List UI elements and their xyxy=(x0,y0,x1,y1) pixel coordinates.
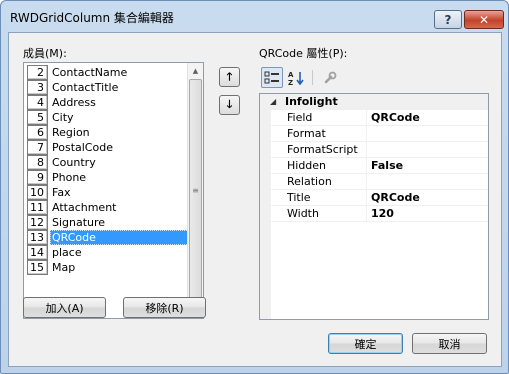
help-button[interactable]: ? xyxy=(434,10,462,29)
move-up-button[interactable]: 🡑 xyxy=(219,67,240,87)
list-item-index: 7 xyxy=(27,140,48,155)
list-item-name: QRCode xyxy=(50,230,189,245)
property-value[interactable]: QRCode xyxy=(368,110,420,125)
list-item-index: 4 xyxy=(27,95,48,110)
list-item-name: Fax xyxy=(52,186,71,199)
list-item-index: 3 xyxy=(27,80,48,95)
remove-button[interactable]: 移除(R) xyxy=(123,297,206,318)
svg-text:Z: Z xyxy=(288,79,293,86)
list-item-name: Signature xyxy=(52,216,106,229)
property-value[interactable] xyxy=(368,142,371,157)
list-item[interactable]: 13 QRCode xyxy=(27,230,189,245)
property-value[interactable]: False xyxy=(368,158,403,173)
category-label: Infolight xyxy=(285,95,338,108)
property-name: Format xyxy=(271,126,367,141)
list-item-name: ContactName xyxy=(52,66,128,79)
property-row[interactable]: Field QRCode xyxy=(271,110,488,126)
list-item[interactable]: 8 Country xyxy=(27,155,189,170)
list-item-name: Attachment xyxy=(52,201,117,214)
list-item[interactable]: 4 Address xyxy=(27,95,189,110)
toolbar-separator xyxy=(312,70,313,85)
list-item-index: 9 xyxy=(27,170,48,185)
property-value[interactable] xyxy=(368,174,371,189)
list-item-index: 8 xyxy=(27,155,48,170)
list-item[interactable]: 14 place xyxy=(27,245,189,260)
list-item-name: PostalCode xyxy=(52,141,113,154)
list-item[interactable]: 10 Fax xyxy=(27,185,189,200)
property-name: Hidden xyxy=(271,158,367,173)
list-item[interactable]: 3 ContactTitle xyxy=(27,80,189,95)
wrench-icon xyxy=(324,71,337,83)
list-item-index: 5 xyxy=(27,110,48,125)
list-item-name: City xyxy=(52,111,74,124)
scroll-thumb[interactable]: ≡ xyxy=(189,79,202,301)
list-item-index: 6 xyxy=(27,125,48,140)
list-item[interactable]: 5 City xyxy=(27,110,189,125)
list-item-name: Address xyxy=(52,96,96,109)
collapse-triangle-icon[interactable]: ◢ xyxy=(270,94,276,110)
property-name: Title xyxy=(271,190,367,205)
list-item[interactable]: 11 Attachment xyxy=(27,200,189,215)
members-list[interactable]: 2 ContactName 3 ContactTitle 4 Address 5 City 6 R… xyxy=(23,62,204,319)
property-pages-button[interactable] xyxy=(319,67,341,88)
arrow-up-icon: 🡑 xyxy=(226,69,233,83)
property-value[interactable]: QRCode xyxy=(368,190,420,205)
list-item-index: 15 xyxy=(27,260,48,275)
property-row[interactable]: Format xyxy=(271,126,488,142)
list-item[interactable]: 12 Signature xyxy=(27,215,189,230)
move-down-button[interactable]: 🡓 xyxy=(219,95,240,115)
property-name: Relation xyxy=(271,174,367,189)
property-row[interactable]: Title QRCode xyxy=(271,190,488,206)
window-title: RWDGridColumn 集合編輯器 xyxy=(10,11,174,25)
list-item-index: 13 xyxy=(27,230,48,245)
collection-editor-window: RWDGridColumn 集合編輯器 ? ✕ 成員(M): 2 ContactN… xyxy=(0,0,509,374)
list-item[interactable]: 7 PostalCode xyxy=(27,140,189,155)
property-category: ◢ Infolight xyxy=(270,94,488,110)
property-value[interactable]: 120 xyxy=(368,206,394,221)
property-grid-gutter xyxy=(260,94,271,319)
list-item-index: 14 xyxy=(27,245,48,260)
list-item[interactable]: 6 Region xyxy=(27,125,189,140)
categorized-view-button[interactable] xyxy=(261,67,283,88)
categorized-icon xyxy=(264,71,279,83)
property-row[interactable]: FormatScript xyxy=(271,142,488,158)
list-item-name: Region xyxy=(52,126,90,139)
list-item-index: 12 xyxy=(27,215,48,230)
scroll-up-arrow-icon[interactable]: ▲ xyxy=(188,63,203,79)
sort-alphabetical-icon: A Z xyxy=(288,71,304,86)
property-name: Field xyxy=(271,110,367,125)
list-item-index: 11 xyxy=(27,200,48,215)
property-grid[interactable]: ◢ Infolight Field QRCode Format FormatScrip… xyxy=(259,93,489,320)
alphabetical-view-button[interactable]: A Z xyxy=(285,67,307,88)
list-item-name: Phone xyxy=(52,171,87,184)
members-scrollbar[interactable]: ▲ ≡ ▼ xyxy=(187,63,203,318)
ok-button[interactable]: 確定 xyxy=(328,333,403,354)
property-row[interactable]: Hidden False xyxy=(271,158,488,174)
property-category-row[interactable]: ◢ Infolight xyxy=(270,94,488,110)
cancel-button[interactable]: 取消 xyxy=(412,333,487,354)
property-value[interactable] xyxy=(368,126,371,141)
property-row[interactable]: Relation xyxy=(271,174,488,190)
dialog-client-area: 成員(M): 2 ContactName 3 ContactTitle 4 Address… xyxy=(8,32,502,367)
property-name: FormatScript xyxy=(271,142,367,157)
list-item[interactable]: 2 ContactName xyxy=(27,65,189,80)
list-item[interactable]: 9 Phone xyxy=(27,170,189,185)
list-item-name: ContactTitle xyxy=(52,81,119,94)
list-item[interactable]: 15 Map xyxy=(27,260,189,275)
title-bar[interactable]: RWDGridColumn 集合編輯器 ? ✕ xyxy=(1,1,508,31)
list-item-name: Country xyxy=(52,156,96,169)
svg-text:A: A xyxy=(288,71,294,79)
arrow-down-icon: 🡓 xyxy=(226,97,233,111)
property-row[interactable]: Width 120 xyxy=(271,206,488,222)
close-button[interactable]: ✕ xyxy=(464,10,504,29)
list-item-name: Map xyxy=(52,261,76,274)
list-item-index: 10 xyxy=(27,185,48,200)
members-label: 成員(M): xyxy=(23,47,67,60)
add-button[interactable]: 加入(A) xyxy=(23,297,106,318)
property-name: Width xyxy=(271,206,367,221)
properties-label: QRCode 屬性(P): xyxy=(259,47,348,60)
list-item-name: place xyxy=(52,246,82,259)
list-item-index: 2 xyxy=(27,65,48,80)
